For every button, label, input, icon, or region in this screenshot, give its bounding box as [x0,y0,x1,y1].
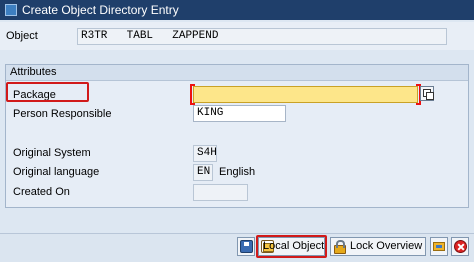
original-system-label: Original System [13,147,91,159]
object-type: TABL [126,30,154,42]
object-pgmid: R3TR [81,30,108,42]
lock-overview-button-label: Lock Overview [350,240,423,252]
created-on-label: Created On [13,186,70,198]
original-language-label: Original language [13,166,100,178]
local-object-highlight [256,235,327,258]
cancel-icon [454,240,467,253]
object-name: ZAPPEND [172,30,219,42]
folder-button[interactable] [430,237,448,256]
cancel-button[interactable] [451,237,469,256]
object-label: Object [6,30,38,42]
package-input[interactable] [193,86,418,103]
person-responsible-label: Person Responsible [13,108,112,120]
lock-icon [333,240,346,254]
attributes-group-title: Attributes [6,65,468,81]
person-responsible-input[interactable]: KING [193,105,286,122]
window-title: Create Object Directory Entry [22,3,179,17]
object-key-field: R3TR TABL ZAPPEND [77,28,447,45]
lock-overview-button[interactable]: Lock Overview [330,237,426,256]
created-on-field [193,184,248,201]
save-button[interactable] [237,237,255,256]
sap-window-icon [5,4,17,16]
save-icon [240,240,253,253]
original-language-code: EN [193,164,213,181]
folder-icon [433,242,445,251]
original-language-text: English [219,166,256,178]
package-label-highlight [6,82,89,102]
package-value-help-button[interactable] [420,86,434,101]
window-titlebar: Create Object Directory Entry [0,0,474,20]
original-system-field: S4H [193,145,217,162]
